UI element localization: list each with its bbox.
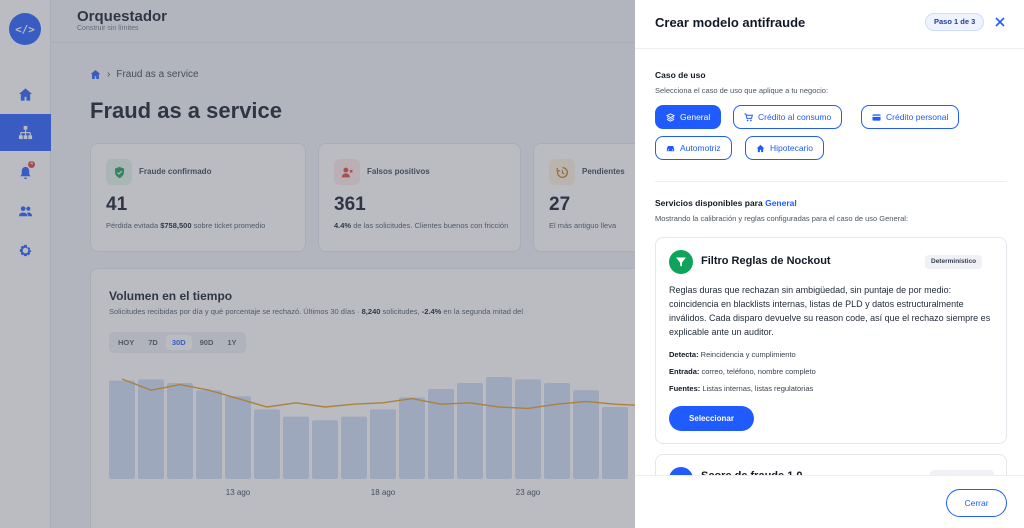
stack-icon: [666, 112, 675, 122]
use-case-chip-credito-personal[interactable]: Crédito personal: [861, 105, 960, 129]
service-entrada: Entrada: correo, teléfono, nombre comple…: [669, 367, 816, 376]
select-service-button[interactable]: Seleccionar: [669, 406, 754, 431]
chip-label: Crédito personal: [886, 112, 949, 122]
filter-icon: [669, 250, 693, 274]
service-detecta: Detecta: Reincidencia y cumplimiento: [669, 350, 796, 359]
service-type-tag: Determinístico: [925, 255, 983, 269]
close-button[interactable]: [991, 13, 1009, 31]
service-name: Filtro Reglas de Nockout: [701, 255, 831, 267]
chip-label: Automotriz: [680, 143, 721, 153]
step-badge: Paso 1 de 3: [925, 13, 985, 31]
close-icon: [995, 17, 1005, 27]
use-case-title: Caso de uso: [655, 70, 706, 80]
use-case-chip-hipotecario[interactable]: Hipotecario: [745, 136, 824, 160]
service-description: Reglas duras que rechazan sin ambigüedad…: [669, 285, 991, 337]
modal-overlay[interactable]: [0, 0, 635, 528]
services-subtitle: Mostrando la calibración y reglas config…: [655, 214, 909, 223]
close-drawer-button[interactable]: Cerrar: [946, 489, 1007, 517]
car-icon: [666, 145, 675, 151]
use-case-chip-automotriz[interactable]: Automotriz: [655, 136, 732, 160]
card-icon: [872, 113, 881, 121]
use-case-chip-credito-consumo[interactable]: Crédito al consumo: [733, 105, 843, 129]
drawer-title: Crear modelo antifraude: [655, 15, 806, 30]
service-card-nockout: Filtro Reglas de Nockout Determinístico …: [655, 237, 1007, 444]
section-divider: [655, 181, 1007, 182]
cart-icon: [744, 112, 753, 121]
use-case-chip-general[interactable]: General: [655, 105, 722, 129]
home-icon: [756, 144, 765, 152]
drawer-footer: Cerrar: [635, 475, 1024, 528]
create-model-drawer: Crear modelo antifraude Paso 1 de 3 Caso…: [635, 0, 1024, 528]
drawer-header-divider: [635, 48, 1024, 49]
chip-label: General: [680, 112, 711, 122]
chip-label: Crédito al consumo: [758, 112, 832, 122]
use-case-subtitle: Selecciona el caso de uso que aplique a …: [655, 86, 829, 95]
service-fuentes: Fuentes: Listas internas, listas regulat…: [669, 384, 814, 393]
chip-label: Hipotecario: [770, 143, 813, 153]
services-title: Servicios disponibles para General: [655, 198, 797, 208]
